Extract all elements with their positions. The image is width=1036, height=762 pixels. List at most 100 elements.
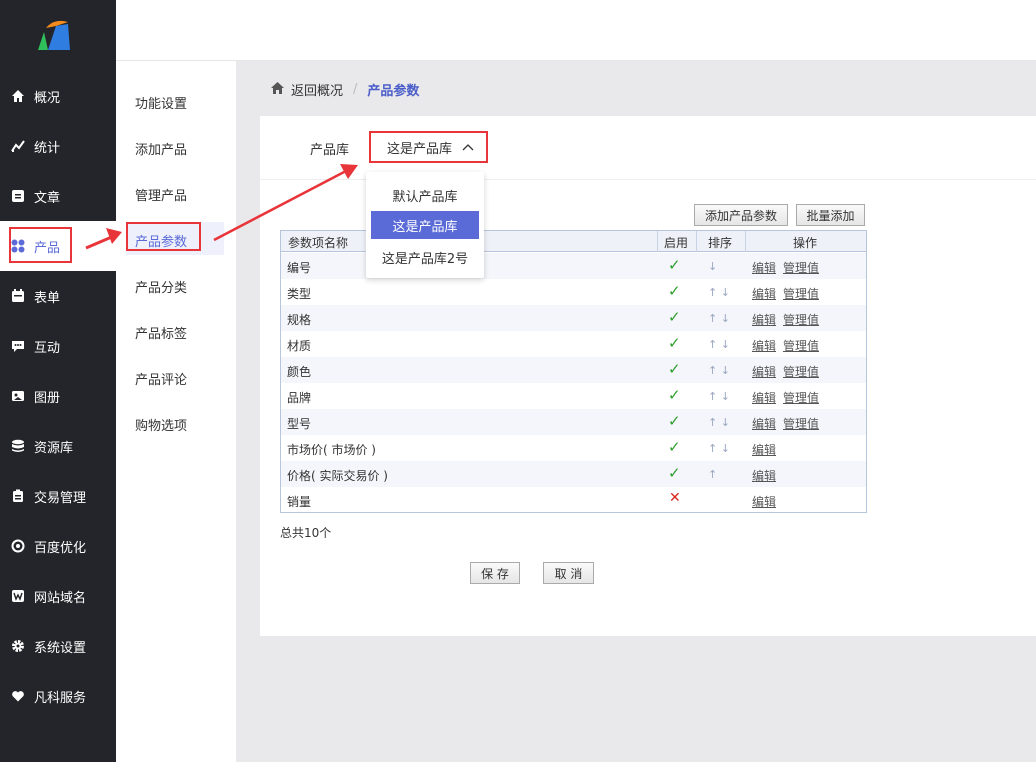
sidebar-item-domain[interactable]: 网站域名 [0,571,116,621]
enabled-check-icon[interactable]: ✓ [668,256,681,274]
library-dropdown-menu: 默认产品库 这是产品库 这是产品库2号 [366,172,484,278]
table-row: 规格 ✓ ↑ ↓ 编辑 管理值 [281,305,866,331]
manage-values-link[interactable]: 管理值 [783,337,819,354]
edit-link[interactable]: 编辑 [752,389,776,406]
enabled-check-icon[interactable]: ✓ [668,334,681,352]
database-icon [10,438,26,454]
enabled-check-icon[interactable]: ✓ [668,386,681,404]
clipboard-icon [10,488,26,504]
sub-sidebar: 功能设置 添加产品 管理产品 产品分类 产品标签 产品评论 购物选项 [116,61,236,762]
batch-add-button[interactable]: 批量添加 [796,204,865,226]
enabled-check-icon[interactable]: ✓ [668,282,681,300]
library-select[interactable]: 这是产品库 [369,131,488,163]
chart-icon [10,138,26,154]
param-name: 销量 [287,495,312,509]
subnav-item-add-product[interactable]: 添加产品 [135,139,187,158]
edit-link[interactable]: 编辑 [752,311,776,328]
sort-arrows[interactable]: ↑ ↓ [708,338,730,351]
sidebar-item-overview[interactable]: 概况 [0,71,116,121]
breadcrumb-back-link[interactable]: 返回概况 [291,80,343,99]
header-name: 参数项名称 [288,236,349,250]
library-option-selected[interactable]: 这是产品库 [371,211,479,239]
brand-logo [38,20,70,50]
table-row: 销量 ✕ 编辑 [281,487,866,513]
sidebar-item-settings[interactable]: 系统设置 [0,621,116,671]
home-icon [270,81,285,99]
sidebar-item-label: 交易管理 [34,490,87,506]
subnav-item-manage-product[interactable]: 管理产品 [135,185,187,204]
sort-arrows[interactable]: ↑ ↓ [708,416,730,429]
library-option[interactable]: 默认产品库 [371,181,479,209]
sort-arrows[interactable]: ↑ [708,468,717,481]
library-option[interactable]: 这是产品库2号 [371,243,479,271]
manage-values-link[interactable]: 管理值 [783,363,819,380]
highlight-box-product [9,227,72,263]
edit-link[interactable]: 编辑 [752,363,776,380]
sort-arrows[interactable]: ↑ ↓ [708,390,730,403]
sidebar-item-stats[interactable]: 统计 [0,121,116,171]
sidebar-item-label: 系统设置 [34,640,87,656]
edit-link[interactable]: 编辑 [752,493,776,510]
sort-arrows[interactable]: ↓ [708,260,717,273]
sidebar-item-label: 统计 [34,140,61,156]
enabled-check-icon[interactable]: ✓ [668,464,681,482]
manage-values-link[interactable]: 管理值 [783,311,819,328]
sidebar-item-resources[interactable]: 资源库 [0,421,116,471]
param-name: 类型 [287,287,312,301]
add-param-button[interactable]: 添加产品参数 [694,204,788,226]
subnav-item-product-reviews[interactable]: 产品评论 [135,369,187,388]
param-name: 价格( 实际交易价 ) [287,469,388,483]
sidebar-item-label: 表单 [34,290,61,306]
edit-link[interactable]: 编辑 [752,441,776,458]
sidebar-item-article[interactable]: 文章 [0,171,116,221]
table-row: 品牌 ✓ ↑ ↓ 编辑 管理值 [281,383,866,409]
enabled-check-icon[interactable]: ✓ [668,438,681,456]
library-label: 产品库 [310,143,350,158]
save-button[interactable]: 保 存 [470,562,520,584]
heart-icon [10,688,26,704]
manage-values-link[interactable]: 管理值 [783,285,819,302]
sidebar-item-label: 百度优化 [34,540,87,556]
edit-link[interactable]: 编辑 [752,285,776,302]
edit-link[interactable]: 编辑 [752,467,776,484]
manage-values-link[interactable]: 管理值 [783,259,819,276]
param-name: 颜色 [287,365,312,379]
enabled-check-icon[interactable]: ✓ [668,412,681,430]
subnav-item-product-tags[interactable]: 产品标签 [135,323,187,342]
sidebar-item-seo[interactable]: 百度优化 [0,521,116,571]
sort-arrows[interactable]: ↑ ↓ [708,442,730,455]
header-divider [745,231,746,252]
sort-arrows[interactable]: ↑ ↓ [708,364,730,377]
sidebar-item-label: 文章 [34,190,61,206]
sort-arrows[interactable]: ↑ ↓ [708,312,730,325]
sidebar-item-interact[interactable]: 互动 [0,321,116,371]
sidebar-item-service[interactable]: 凡科服务 [0,671,116,721]
sidebar-item-album[interactable]: 图册 [0,371,116,421]
sidebar-item-label: 互动 [34,340,61,356]
enabled-check-icon[interactable]: ✓ [668,308,681,326]
param-name: 规格 [287,313,312,327]
sort-arrows[interactable]: ↑ ↓ [708,286,730,299]
sidebar-item-label: 概况 [34,90,61,106]
edit-link[interactable]: 编辑 [752,259,776,276]
disabled-cross-icon[interactable]: ✕ [669,490,681,506]
breadcrumb: 返回概况 / 产品参数 [270,80,419,99]
header-divider [696,231,697,252]
sidebar-item-trade[interactable]: 交易管理 [0,471,116,521]
manage-values-link[interactable]: 管理值 [783,389,819,406]
cancel-button[interactable]: 取 消 [543,562,594,584]
sidebar-item-form[interactable]: 表单 [0,271,116,321]
edit-link[interactable]: 编辑 [752,415,776,432]
edit-link[interactable]: 编辑 [752,337,776,354]
subnav-item-feature-settings[interactable]: 功能设置 [135,93,187,112]
subnav-item-product-category[interactable]: 产品分类 [135,277,187,296]
table-row: 价格( 实际交易价 ) ✓ ↑ 编辑 [281,461,866,487]
gear-icon [10,638,26,654]
sidebar-item-label: 凡科服务 [34,690,87,706]
enabled-check-icon[interactable]: ✓ [668,360,681,378]
param-name: 编号 [287,261,312,275]
manage-values-link[interactable]: 管理值 [783,415,819,432]
chevron-up-icon [462,140,474,155]
subnav-item-shopping-options[interactable]: 购物选项 [135,415,187,434]
header-divider [657,231,658,252]
